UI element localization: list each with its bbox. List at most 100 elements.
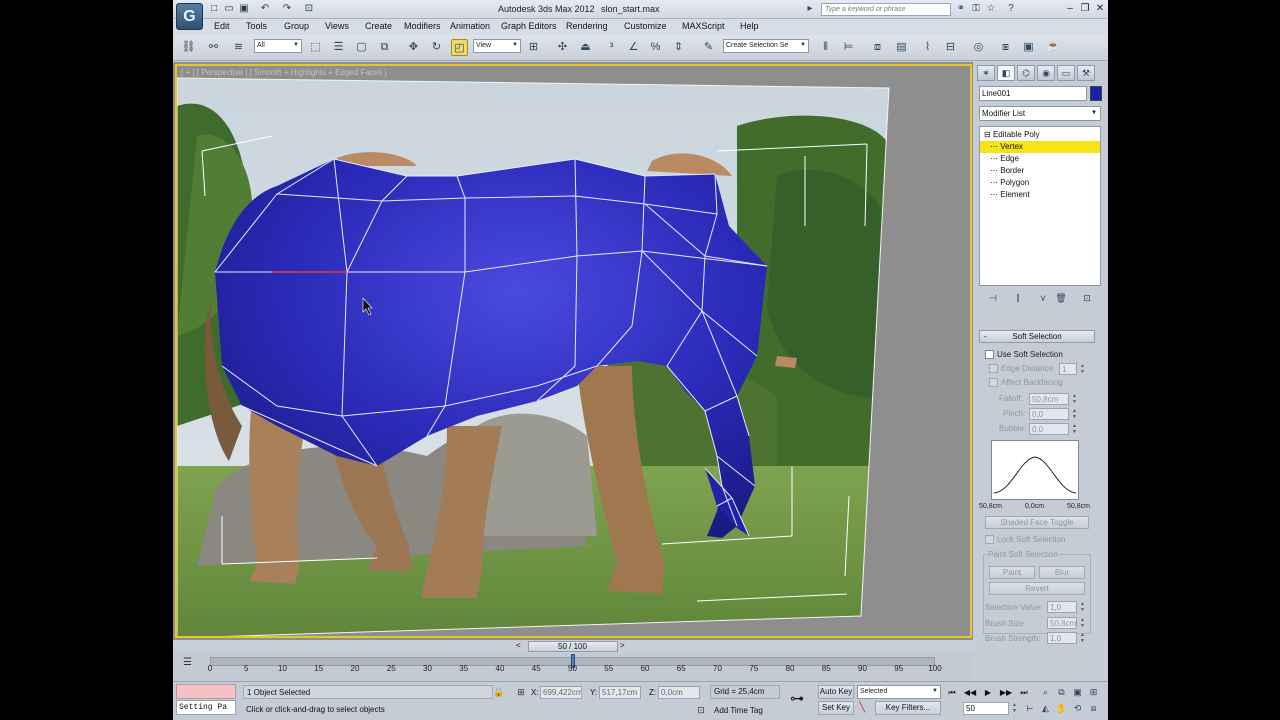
spinner-arrows-icon[interactable]: ▲ ▼ (1079, 617, 1086, 629)
affect-backfacing-checkbox[interactable] (989, 378, 998, 387)
show-end-result-icon[interactable]: ⫿ (1010, 291, 1026, 305)
hierarchy-tab-icon[interactable]: ⌬ (1017, 65, 1035, 81)
named-selection-dropdown[interactable]: Create Selection Se ▼ (723, 39, 809, 53)
rectangular-selection-icon[interactable]: ▢ (353, 39, 370, 56)
maxscript-listener[interactable] (176, 684, 236, 699)
menu-create[interactable]: Create (365, 21, 392, 31)
unlink-selection-icon[interactable]: ⚯ (205, 39, 222, 56)
spinner-arrows-icon[interactable]: ▲ ▼ (1011, 702, 1018, 714)
paint-button[interactable]: Paint (989, 566, 1035, 579)
select-and-rotate-icon[interactable]: ↻ (428, 39, 445, 56)
select-by-name-icon[interactable]: ☰ (330, 39, 347, 56)
viewport-label[interactable]: [ + ] [ Perspective ] [ Smooth + Highlig… (181, 68, 387, 77)
stack-item-polygon[interactable]: ⋯ Polygon (980, 177, 1100, 189)
restore-button[interactable]: ❐ (1078, 2, 1092, 15)
brush-strength-spinner[interactable]: 1,0 (1047, 632, 1077, 644)
graphite-ribbon-icon[interactable]: ▤ (893, 39, 910, 56)
perspective-viewport[interactable]: [ + ] [ Perspective ] [ Smooth + Highlig… (175, 64, 972, 638)
spinner-arrows-icon[interactable]: ▲ ▼ (1079, 601, 1086, 613)
keyboard-shortcut-override-icon[interactable]: ⏏ (577, 39, 594, 56)
blur-button[interactable]: Blur (1039, 566, 1085, 579)
time-slider[interactable]: < 50 / 100 > (173, 640, 973, 653)
revert-button[interactable]: Revert (989, 582, 1085, 595)
next-frame-icon[interactable]: > (620, 641, 625, 650)
subscription-icon[interactable]: ⚿ (970, 3, 982, 15)
time-slider-thumb[interactable]: 50 / 100 (527, 641, 618, 652)
track-bar[interactable]: ☰ 0 5 10 15 20 25 30 35 40 45 50 55 60 65 70 75 80 85 90 95… (173, 653, 973, 681)
x-coordinate-field[interactable]: 699,422cm (540, 686, 582, 699)
curve-editor-icon[interactable]: ⌇ (919, 39, 936, 56)
window-crossing-icon[interactable]: ⧉ (376, 39, 393, 56)
default-in-out-tangents-icon[interactable]: ╲ (859, 702, 865, 713)
create-tab-icon[interactable]: ✶ (977, 65, 995, 81)
auto-key-button[interactable]: Auto Key (818, 685, 854, 699)
select-and-move-icon[interactable]: ✥ (405, 39, 422, 56)
selection-filter-dropdown[interactable]: All ▼ (254, 39, 302, 53)
set-key-button[interactable]: Set Key (818, 701, 854, 715)
menu-edit[interactable]: Edit (214, 21, 230, 31)
reference-coordinate-dropdown[interactable]: View ▼ (473, 39, 521, 53)
help-icon[interactable]: ? (1005, 3, 1017, 15)
object-color-swatch[interactable] (1090, 86, 1102, 101)
spinner-arrows-icon[interactable]: ▲ ▼ (1079, 632, 1086, 644)
edge-distance-checkbox[interactable] (989, 364, 998, 373)
prev-frame-icon[interactable]: < (516, 641, 521, 650)
pinch-spinner[interactable]: 0,0 (1029, 408, 1069, 420)
key-mode-dropdown[interactable]: Selected ▼ (857, 685, 941, 699)
spinner-arrows-icon[interactable]: ▲ ▼ (1079, 363, 1086, 375)
close-button[interactable]: ✕ (1093, 2, 1107, 15)
menu-views[interactable]: Views (325, 21, 349, 31)
open-file-icon[interactable]: ▭ (223, 3, 235, 15)
mirror-icon[interactable]: ⫴ (817, 39, 834, 56)
menu-group[interactable]: Group (284, 21, 309, 31)
redo-icon[interactable]: ↷ (281, 3, 293, 15)
percent-snap-icon[interactable]: % (647, 39, 664, 56)
utilities-tab-icon[interactable]: ⚒ (1077, 65, 1095, 81)
minimize-button[interactable]: – (1063, 2, 1077, 15)
motion-tab-icon[interactable]: ◉ (1037, 65, 1055, 81)
pivot-center-icon[interactable]: ⊞ (525, 39, 542, 56)
maxscript-output[interactable]: Setting Pa (176, 700, 236, 715)
menu-tools[interactable]: Tools (246, 21, 267, 31)
save-icon[interactable]: ▣ (238, 3, 250, 15)
select-object-icon[interactable]: ⬚ (307, 39, 324, 56)
spinner-arrows-icon[interactable]: ▲ ▼ (1071, 408, 1078, 420)
display-tab-icon[interactable]: ▭ (1057, 65, 1075, 81)
absolute-mode-icon[interactable]: ⊞ (515, 686, 527, 698)
rollout-header[interactable]: - Soft Selection (979, 330, 1095, 343)
select-and-link-icon[interactable]: ⛓ (180, 39, 197, 56)
stack-item-vertex[interactable]: ⋯ Vertex (980, 141, 1100, 153)
current-frame-field[interactable]: 50 (963, 702, 1009, 715)
zoom-icon[interactable]: ⌕ (1039, 686, 1052, 699)
lock-selection-icon[interactable]: 🔒 (493, 686, 505, 698)
bind-to-space-warp-icon[interactable]: ≋ (230, 39, 247, 56)
material-editor-icon[interactable]: ◎ (970, 39, 987, 56)
add-time-tag-label[interactable]: Add Time Tag (714, 706, 763, 715)
menu-animation[interactable]: Animation (450, 21, 490, 31)
render-setup-icon[interactable]: ⧆ (997, 39, 1014, 56)
configure-modifier-sets-icon[interactable]: ⊡ (1079, 291, 1095, 305)
pan-view-icon[interactable]: ✋ (1055, 702, 1068, 715)
snaps-toggle-icon[interactable]: ³ (603, 39, 620, 56)
modifier-list-dropdown[interactable]: Modifier List ▼ (979, 106, 1101, 121)
y-coordinate-field[interactable]: 517,17cm (599, 686, 641, 699)
time-tag-icon[interactable]: ⊡ (695, 704, 707, 716)
lock-soft-selection-checkbox[interactable] (985, 535, 994, 544)
go-to-end-icon[interactable]: ⏭ (1017, 686, 1031, 699)
z-coordinate-field[interactable]: 0,0cm (658, 686, 700, 699)
brush-size-spinner[interactable]: 50,8cm (1047, 617, 1077, 629)
menu-help[interactable]: Help (740, 21, 759, 31)
object-name-field[interactable]: Line001 (979, 86, 1087, 101)
maximize-viewport-icon[interactable]: ⧈ (1087, 702, 1100, 715)
schematic-view-icon[interactable]: ⊟ (942, 39, 959, 56)
previous-frame-icon[interactable]: ◀◀ (963, 686, 977, 699)
new-file-icon[interactable]: □ (208, 3, 220, 15)
field-of-view-icon[interactable]: ◭ (1039, 702, 1052, 715)
use-soft-selection-checkbox[interactable] (985, 350, 994, 359)
selection-value-spinner[interactable]: 1,0 (1047, 601, 1077, 613)
zoom-all-icon[interactable]: ⧉ (1055, 686, 1068, 699)
shaded-face-toggle-button[interactable]: Shaded Face Toggle (985, 516, 1089, 529)
menu-customize[interactable]: Customize (624, 21, 667, 31)
spinner-arrows-icon[interactable]: ▲ ▼ (1071, 423, 1078, 435)
bubble-spinner[interactable]: 0,0 (1029, 423, 1069, 435)
